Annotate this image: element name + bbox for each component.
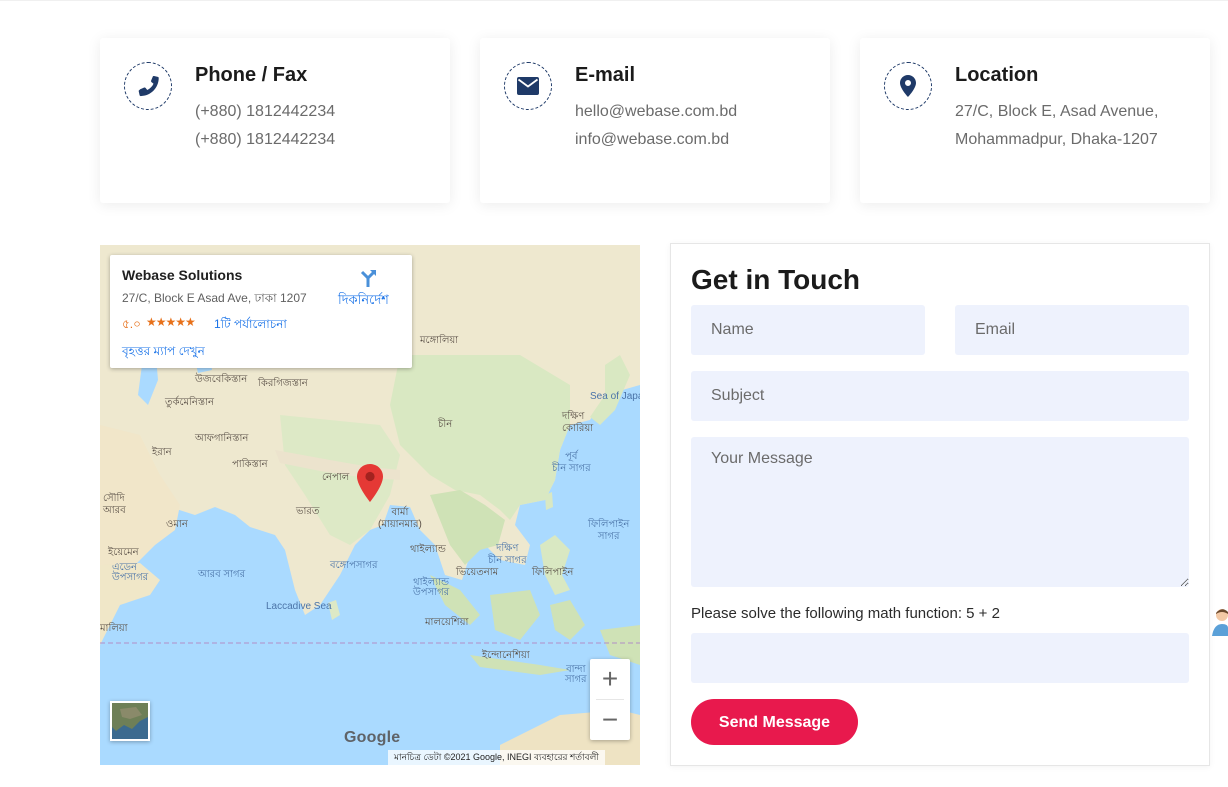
map-label: ভিয়েতনাম: [456, 567, 499, 578]
message-textarea[interactable]: [691, 437, 1189, 587]
map-label: ইরান: [152, 447, 172, 458]
satellite-thumbnail-icon: [112, 703, 148, 739]
email-input[interactable]: [955, 305, 1189, 355]
satellite-layer-toggle[interactable]: [110, 701, 150, 741]
card-title: Phone / Fax: [195, 64, 308, 86]
map-label: আরব সাগর: [198, 569, 246, 580]
google-map[interactable]: মঙ্গোলিয়া উজবেকিস্তান কিরগিজস্তান তুর্ক…: [100, 245, 640, 765]
phone-number[interactable]: (+880) 1812442234: [195, 103, 335, 121]
rating-stars: ★★★★★: [146, 315, 196, 329]
map-label: দক্ষিণ চীন সাগর: [488, 543, 527, 566]
map-label: মালিয়া: [100, 623, 128, 634]
map-label: নেপাল: [322, 472, 350, 483]
fax-number[interactable]: (+880) 1812442234: [195, 131, 335, 149]
map-label: চীন: [438, 419, 453, 430]
map-label: ইন্দোনেশিয়া: [482, 650, 530, 661]
phone-icon: [124, 62, 172, 110]
email-address[interactable]: hello@webase.com.bd: [575, 103, 737, 121]
envelope-icon: [504, 62, 552, 110]
card-title: E-mail: [575, 64, 636, 86]
send-message-button[interactable]: Send Message: [691, 699, 858, 745]
top-divider: [0, 0, 1228, 1]
map-label: Laccadive Sea: [266, 601, 332, 612]
contact-form: Get in Touch Please solve the following …: [670, 243, 1210, 766]
map-attribution[interactable]: মানচিত্র ডেটা ©2021 Google, INEGI ব্যবহা…: [388, 750, 605, 765]
place-address: 27/C, Block E Asad Ave, ঢাকা 1207: [122, 291, 307, 305]
zoom-out-button[interactable]: −: [590, 700, 630, 740]
address-line: Mohammadpur, Dhaka-1207: [955, 131, 1158, 148]
reviews-link[interactable]: 1টি পর্যালোচনা: [214, 316, 287, 336]
map-label: সৌদি আরব: [103, 493, 126, 516]
location-marker-icon[interactable]: [357, 464, 383, 502]
map-label: ভারত: [296, 506, 320, 517]
directions-icon[interactable]: [338, 268, 398, 293]
view-larger-map-link[interactable]: বৃহত্তর ম্যাপ দেখুন: [122, 343, 205, 363]
map-label: ফিলিপাইন সাগর: [588, 519, 630, 542]
name-input[interactable]: [691, 305, 925, 355]
map-label: মঙ্গোলিয়া: [420, 335, 459, 346]
address-line: 27/C, Block E, Asad Avenue,: [955, 103, 1159, 120]
map-label: এডেন উপসাগর: [112, 562, 149, 583]
place-info-card: Webase Solutions 27/C, Block E Asad Ave,…: [110, 255, 412, 368]
map-label: বান্দা সাগর: [565, 664, 587, 685]
phone-card: Phone / Fax (+880) 1812442234 (+880) 181…: [100, 38, 450, 203]
map-label: বার্মা (মায়ানমার): [378, 507, 422, 530]
map-label: কিরগিজস্তান: [258, 378, 308, 389]
map-label: তুর্কমেনিস্তান: [165, 397, 214, 408]
map-label: থাইল্যান্ড উপসাগর: [413, 577, 450, 598]
email-address[interactable]: info@webase.com.bd: [575, 131, 729, 149]
map-pin-icon: [884, 62, 932, 110]
map-label: আফগানিস্তান: [195, 433, 249, 444]
map-label: ইয়েমেন: [108, 547, 139, 558]
email-card: E-mail hello@webase.com.bd info@webase.c…: [480, 38, 830, 203]
zoom-in-button[interactable]: +: [590, 659, 630, 699]
map-label: বঙ্গোপসাগর: [330, 560, 378, 571]
map-label: ওমান: [166, 519, 188, 530]
google-logo: Google: [344, 729, 401, 746]
map-label: দক্ষিণ কোরিয়া: [562, 411, 594, 434]
math-captcha-prompt: Please solve the following math function…: [691, 605, 1000, 622]
map-label: ফিলিপাইন: [532, 567, 574, 578]
card-title: Location: [955, 64, 1039, 86]
form-title: Get in Touch: [691, 264, 861, 295]
map-label: উজবেকিস্তান: [195, 374, 248, 385]
support-avatar-icon[interactable]: [1210, 606, 1228, 636]
map-label: Sea of Japa: [590, 391, 640, 402]
map-label: পাকিস্তান: [232, 459, 268, 470]
zoom-control: + −: [590, 659, 630, 740]
subject-input[interactable]: [691, 371, 1189, 421]
map-label: পূর্ব চীন সাগর: [552, 451, 591, 474]
directions-link[interactable]: দিকনির্দেশ: [338, 291, 389, 312]
place-name: Webase Solutions: [122, 267, 243, 283]
map-label: থাইল্যান্ড: [410, 544, 446, 555]
rating-value: ৫.০: [122, 317, 141, 331]
location-card: Location 27/C, Block E, Asad Avenue, Moh…: [860, 38, 1210, 203]
math-answer-input[interactable]: [691, 633, 1189, 683]
map-label: মালয়েশিয়া: [425, 617, 469, 628]
